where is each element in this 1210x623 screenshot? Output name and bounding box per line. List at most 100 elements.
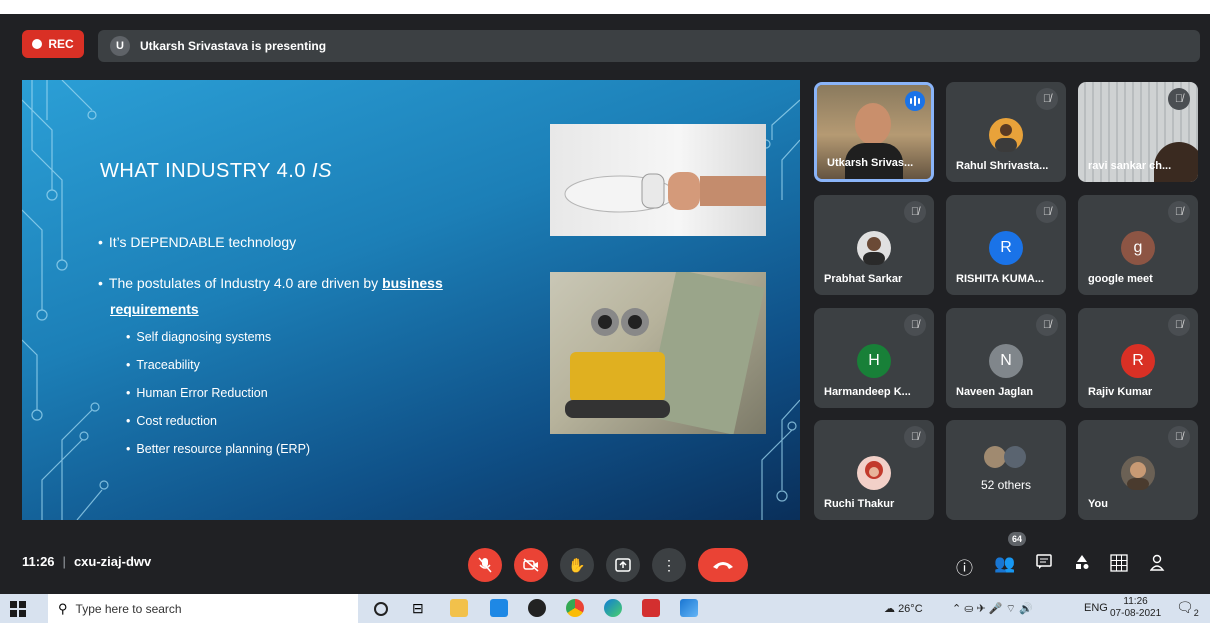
leave-call-button[interactable] — [698, 548, 748, 582]
speaking-indicator-icon — [905, 91, 925, 111]
participant-tile[interactable]: Utkarsh Srivas... — [814, 82, 934, 182]
meeting-time: 11:26 — [22, 554, 55, 569]
system-tray-icons[interactable]: ⌃ ⛀ ✈ 🎤 ⌔ 🔊 — [952, 602, 1033, 616]
participant-photo — [857, 231, 891, 265]
mic-off-icon: 🎙̸ — [904, 426, 926, 448]
participant-name: You — [1088, 498, 1108, 510]
presenting-text: Utkarsh Srivastava is presenting — [140, 39, 327, 53]
meeting-code: cxu-ziaj-dwv — [73, 554, 152, 569]
meeting-details-button[interactable]: ⓘ — [956, 554, 973, 579]
task-view-icon[interactable]: ⊟ — [412, 600, 430, 618]
notifications-icon[interactable]: 🗨2 — [1176, 599, 1199, 618]
app-l-icon[interactable] — [490, 599, 508, 617]
participant-photo — [857, 456, 891, 490]
mic-off-icon: 🎙̸ — [1168, 201, 1190, 223]
participant-name: Utkarsh Srivas... — [827, 157, 914, 169]
participant-tile-self[interactable]: 🎙̸ You — [1078, 420, 1198, 520]
mcafee-icon[interactable] — [642, 599, 660, 617]
change-layout-button[interactable] — [1110, 554, 1128, 577]
camera-off-icon — [523, 558, 539, 572]
participant-tile[interactable]: 🎙̸ R Rajiv Kumar — [1078, 308, 1198, 408]
robot-fist-bump-image — [550, 124, 766, 236]
mic-off-icon: 🎙̸ — [1036, 201, 1058, 223]
participant-tile[interactable]: 🎙̸ N Naveen Jaglan — [946, 308, 1066, 408]
search-placeholder: Type here to search — [75, 601, 182, 616]
presenter-avatar: U — [110, 36, 130, 56]
taskbar-clock[interactable]: 11:26 07-08-2021 — [1110, 596, 1161, 620]
mic-off-icon: 🎙̸ — [1036, 88, 1058, 110]
participant-name: google meet — [1088, 273, 1153, 285]
slide-subbullet: Human Error Reduction — [126, 386, 267, 400]
xbox-icon[interactable] — [528, 599, 546, 617]
mic-off-icon: 🎙̸ — [904, 201, 926, 223]
participant-tile[interactable]: 🎙̸ Ruchi Thakur — [814, 420, 934, 520]
participant-avatar: g — [1121, 231, 1155, 265]
presenting-banner: U Utkarsh Srivastava is presenting — [98, 30, 1200, 62]
activities-icon — [1076, 555, 1089, 569]
notification-count: 2 — [1193, 607, 1199, 618]
meeting-controls-bar: 11:26 | cxu-ziaj-dwv ✋ ⋮ ⓘ 👥 64 — [0, 532, 1210, 594]
participant-name: ravi sankar ch... — [1088, 160, 1172, 172]
participant-tile[interactable]: 🎙̸ g google meet — [1078, 195, 1198, 295]
raise-hand-button[interactable]: ✋ — [560, 548, 594, 582]
present-now-button[interactable] — [606, 548, 640, 582]
meeting-details: 11:26 | cxu-ziaj-dwv — [22, 554, 152, 569]
participant-name: Harmandeep K... — [824, 386, 911, 398]
others-avatar — [984, 446, 1006, 468]
slide-title: WHAT INDUSTRY 4.0 IS — [100, 160, 332, 182]
weather-icon: ☁ — [884, 603, 895, 615]
host-controls-button[interactable] — [1149, 554, 1166, 577]
window-top-strip — [0, 0, 1210, 14]
participant-avatar: N — [989, 344, 1023, 378]
taskbar-search-box[interactable]: ⚲ Type here to search — [48, 594, 358, 623]
file-explorer-icon[interactable] — [450, 599, 468, 617]
show-everyone-button[interactable]: 👥 — [994, 554, 1015, 574]
hand-icon: ✋ — [568, 556, 586, 573]
edge-icon[interactable] — [604, 599, 622, 617]
camera-toggle-button[interactable] — [514, 548, 548, 582]
participant-name: RISHITA KUMA... — [956, 273, 1044, 285]
grid-layout-icon — [1110, 554, 1128, 572]
more-options-button[interactable]: ⋮ — [652, 548, 686, 582]
slide-subbullet: Cost reduction — [126, 414, 217, 428]
chat-button[interactable] — [1036, 554, 1052, 575]
people-icon: 👥 — [994, 554, 1016, 573]
others-avatar — [1004, 446, 1026, 468]
windows-start-icon[interactable] — [10, 601, 26, 617]
mic-off-icon: 🎙̸ — [1168, 426, 1190, 448]
microphone-toggle-button[interactable] — [468, 548, 502, 582]
weather-widget[interactable]: ☁ 26°C — [884, 602, 923, 615]
info-icon: ⓘ — [956, 559, 973, 578]
search-icon: ⚲ — [58, 600, 68, 616]
photos-icon[interactable] — [680, 599, 698, 617]
participant-name: Rajiv Kumar — [1088, 386, 1153, 398]
present-screen-icon — [615, 558, 631, 572]
participant-tile[interactable]: 🎙̸ H Harmandeep K... — [814, 308, 934, 408]
robot-dollar-image — [550, 269, 766, 435]
slide-subbullet: Self diagnosing systems — [126, 330, 271, 344]
presentation-slide: WHAT INDUSTRY 4.0 IS It’s DEPENDABLE tec… — [22, 80, 800, 520]
others-count: 52 others — [980, 478, 1032, 492]
participant-tile[interactable]: 🎙̸ R RISHITA KUMA... — [946, 195, 1066, 295]
mic-off-icon: 🎙̸ — [1168, 88, 1190, 110]
person-lock-icon — [1149, 554, 1165, 571]
participant-tile[interactable]: 🎙̸ Prabhat Sarkar — [814, 195, 934, 295]
participant-photo — [1121, 456, 1155, 490]
clock-date: 07-08-2021 — [1110, 608, 1162, 619]
participant-name: Rahul Shrivasta... — [956, 160, 1049, 172]
language-indicator[interactable]: ENG — [1084, 602, 1108, 614]
hangup-icon — [713, 562, 733, 569]
mic-off-icon — [478, 557, 492, 573]
participant-tile[interactable]: 🎙̸ ravi sankar ch... — [1078, 82, 1198, 182]
participant-name: Ruchi Thakur — [824, 498, 895, 510]
participant-tile[interactable]: 🎙̸ Rahul Shrivasta... — [946, 82, 1066, 182]
chrome-icon[interactable] — [566, 599, 584, 617]
activities-button[interactable] — [1074, 554, 1090, 575]
chat-icon — [1036, 554, 1052, 569]
recording-indicator: REC — [22, 30, 84, 58]
participant-tile-others[interactable]: 52 others — [946, 420, 1066, 520]
slide-bullet-1: It’s DEPENDABLE technology — [98, 234, 296, 250]
participant-photo — [989, 118, 1023, 152]
cortana-icon[interactable] — [374, 602, 388, 616]
slide-subbullet: Better resource planning (ERP) — [126, 442, 310, 456]
